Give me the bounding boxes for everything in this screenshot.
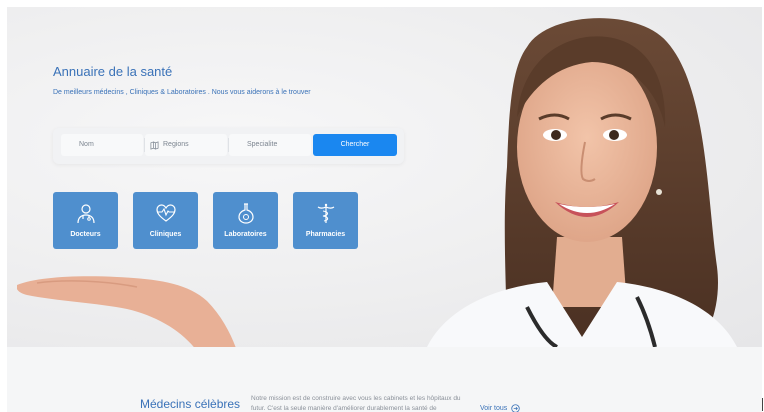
- heartbeat-icon: [155, 204, 176, 222]
- caduceus-icon: [317, 203, 334, 223]
- see-all-label: Voir tous: [480, 405, 508, 412]
- hand-illustration: [17, 276, 236, 347]
- category-label: Laboratoires: [224, 231, 267, 238]
- page: Annuaire de la santé De meilleurs médeci…: [7, 7, 762, 412]
- page-subtitle: De meilleurs médecins , Cliniques & Labo…: [53, 89, 311, 96]
- arrow-circle-icon: [511, 404, 520, 412]
- regions-label: Regions: [163, 141, 189, 148]
- search-button[interactable]: Chercher: [313, 134, 397, 156]
- specialty-select[interactable]: Specialite: [229, 134, 311, 156]
- map-icon: [150, 140, 159, 150]
- category-label: Cliniques: [149, 231, 182, 238]
- name-input[interactable]: Nom: [61, 134, 143, 156]
- mission-text: Notre mission est de construire avec vou…: [251, 395, 461, 412]
- category-doctors[interactable]: Docteurs: [53, 192, 118, 249]
- category-pharmacies[interactable]: Pharmacies: [293, 192, 358, 249]
- hero-section: Annuaire de la santé De meilleurs médeci…: [7, 7, 762, 347]
- page-title: Annuaire de la santé: [53, 64, 173, 79]
- category-laboratories[interactable]: Laboratoires: [213, 192, 278, 249]
- featured-doctors-section: Médecins célèbres Notre mission est de c…: [7, 347, 762, 412]
- category-label: Docteurs: [70, 231, 101, 238]
- regions-select[interactable]: Regions: [145, 134, 227, 156]
- category-clinics[interactable]: Cliniques: [133, 192, 198, 249]
- divider: [762, 398, 763, 411]
- flask-icon: [237, 203, 254, 224]
- doctor-icon: [76, 204, 95, 224]
- doctor-photo: [427, 18, 737, 347]
- see-all-link[interactable]: Voir tous: [480, 404, 520, 412]
- section-title: Médecins célèbres: [140, 397, 241, 411]
- category-label: Pharmacies: [305, 231, 346, 238]
- search-bar: Nom Regions Specialite Chercher: [53, 128, 404, 164]
